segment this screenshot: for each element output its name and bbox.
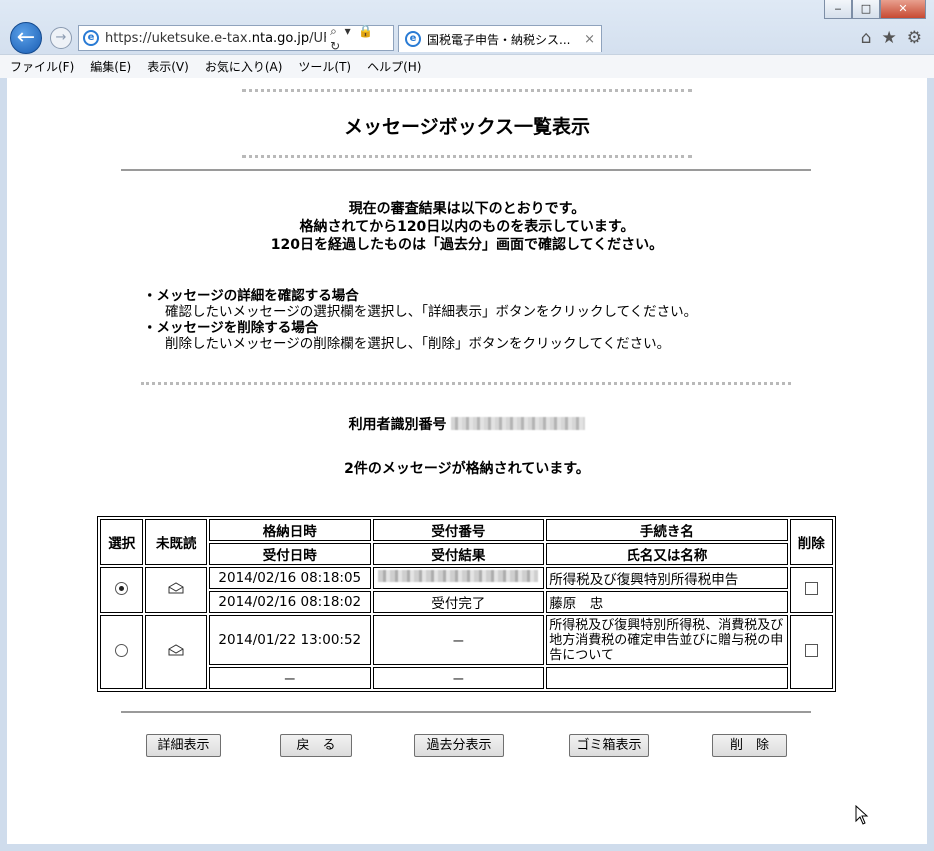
delete-button[interactable]: 削 除 bbox=[712, 734, 787, 757]
unread-cell bbox=[145, 567, 207, 613]
select-cell bbox=[100, 567, 144, 613]
menu-help[interactable]: ヘルプ(H) bbox=[367, 58, 421, 75]
window-controls: ‒ □ ✕ bbox=[824, 0, 926, 19]
message-count: 2件のメッセージが格納されています。 bbox=[344, 461, 590, 477]
receipt-no-redacted bbox=[378, 570, 539, 582]
instruction-heading-detail: ・メッセージの詳細を確認する場合 bbox=[143, 288, 359, 304]
receipt-no-cell bbox=[372, 567, 545, 589]
ie-page-icon: e bbox=[83, 30, 99, 46]
maximize-button[interactable]: □ bbox=[852, 0, 880, 19]
message-table: 選択 未既読 格納日時 受付番号 手続き名 削除 受付日時 受付結果 氏名又は名… bbox=[97, 516, 836, 692]
menu-view[interactable]: 表示(V) bbox=[147, 58, 189, 75]
detail-button[interactable]: 詳細表示 bbox=[146, 734, 221, 757]
title-dotted-divider bbox=[242, 155, 692, 158]
select-radio[interactable] bbox=[115, 643, 129, 657]
address-bar[interactable]: e https://uketsuke.e-tax.nta.go.jp/UF_/ … bbox=[78, 24, 394, 53]
tab-active[interactable]: e 国税電子申告・納税シス... × bbox=[398, 25, 602, 52]
header-delete: 削除 bbox=[789, 519, 833, 565]
receipt-no-cell: － bbox=[372, 615, 545, 665]
notice-line-1: 現在の審査結果は以下のとおりです。 bbox=[348, 201, 586, 217]
delete-checkbox[interactable] bbox=[804, 581, 818, 595]
trash-button[interactable]: ゴミ箱表示 bbox=[569, 734, 649, 757]
header-select: 選択 bbox=[100, 519, 144, 565]
user-id-line: 利用者識別番号 bbox=[7, 414, 927, 434]
table-row-sub: － － bbox=[100, 667, 833, 689]
table-row: 2014/02/16 08:18:05 所得税及び復興特別所得税申告 bbox=[100, 567, 833, 613]
delete-cell bbox=[789, 615, 833, 689]
action-buttons: 詳細表示 戻 る 過去分表示 ゴミ箱表示 削 除 bbox=[7, 734, 927, 758]
notice-line-2: 格納されてから120日以内のものを表示しています。 bbox=[299, 219, 635, 235]
instruction-text-detail: 確認したいメッセージの選択欄を選択し、「詳細表示」ボタンをクリックしてください。 bbox=[165, 304, 698, 320]
address-tools[interactable]: ⌕ ▾ 🔒 ↻ bbox=[330, 24, 393, 53]
header-receipt-no: 受付番号 bbox=[372, 519, 545, 541]
opened-envelope-icon bbox=[168, 644, 184, 656]
name-cell: 藤原 忠 bbox=[546, 591, 788, 613]
stored-at-cell: 2014/01/22 13:00:52 bbox=[209, 615, 371, 665]
header-stored-at: 格納日時 bbox=[209, 519, 371, 541]
menu-edit[interactable]: 編集(E) bbox=[90, 58, 131, 75]
delete-checkbox[interactable] bbox=[804, 643, 818, 657]
url-domain: nta.go.jp bbox=[251, 30, 310, 46]
url-host: uketsuke.e-tax. bbox=[151, 30, 252, 46]
header-receipt-result: 受付結果 bbox=[372, 543, 545, 565]
menu-favorites[interactable]: お気に入り(A) bbox=[205, 58, 283, 75]
page-title: メッセージボックス一覧表示 bbox=[343, 116, 591, 138]
url-path: /UF_/ bbox=[309, 30, 326, 46]
favorites-star-icon[interactable]: ★ bbox=[882, 28, 897, 48]
tab-ie-icon: e bbox=[405, 31, 421, 47]
stored-at-cell: 2014/02/16 08:18:05 bbox=[209, 567, 371, 589]
mouse-cursor-icon bbox=[855, 804, 869, 829]
forward-button[interactable]: → bbox=[50, 27, 72, 49]
url-scheme: https:// bbox=[104, 30, 152, 46]
name-cell bbox=[546, 667, 788, 689]
opened-envelope-icon bbox=[168, 582, 184, 594]
select-radio[interactable] bbox=[115, 581, 129, 595]
user-id-label: 利用者識別番号 bbox=[348, 417, 447, 433]
tab-title: 国税電子申告・納税シス... bbox=[427, 32, 571, 47]
unread-cell bbox=[145, 615, 207, 689]
instruction-text-delete: 削除したいメッセージの削除欄を選択し、「削除」ボタンをクリックしてください。 bbox=[165, 336, 671, 352]
back-page-button[interactable]: 戻 る bbox=[280, 734, 352, 757]
notice-text: 現在の審査結果は以下のとおりです。 格納されてから120日以内のものを表示してい… bbox=[7, 200, 927, 254]
received-at-cell: 2014/02/16 08:18:02 bbox=[209, 591, 371, 613]
close-window-button[interactable]: ✕ bbox=[880, 0, 926, 19]
procedure-cell: 所得税及び復興特別所得税、消費税及び地方消費税の確定申告並びに贈与税の申告につい… bbox=[546, 615, 788, 665]
header-unread: 未既読 bbox=[145, 519, 207, 565]
user-id-value-redacted bbox=[451, 417, 586, 430]
bottom-divider bbox=[121, 711, 811, 713]
receipt-result-cell: 受付完了 bbox=[372, 591, 545, 613]
middle-dotted-divider bbox=[141, 382, 791, 385]
header-received-at: 受付日時 bbox=[209, 543, 371, 565]
toolbar-icons: ⌂ ★ ⚙ bbox=[861, 28, 922, 48]
browser-chrome: ‒ □ ✕ ← → e https://uketsuke.e-tax.nta.g… bbox=[0, 0, 934, 78]
home-icon[interactable]: ⌂ bbox=[861, 28, 872, 48]
procedure-cell: 所得税及び復興特別所得税申告 bbox=[546, 567, 788, 589]
receipt-result-cell: － bbox=[372, 667, 545, 689]
address-url[interactable]: https://uketsuke.e-tax.nta.go.jp/UF_/ bbox=[105, 31, 326, 46]
top-dotted-divider bbox=[242, 89, 692, 92]
menu-tools[interactable]: ツール(T) bbox=[298, 58, 351, 75]
header-procedure: 手続き名 bbox=[546, 519, 788, 541]
settings-gear-icon[interactable]: ⚙ bbox=[907, 28, 922, 48]
header-name: 氏名又は名称 bbox=[546, 543, 788, 565]
minimize-button[interactable]: ‒ bbox=[824, 0, 852, 19]
delete-cell bbox=[789, 567, 833, 613]
notice-line-3: 120日を経過したものは「過去分」画面で確認してください。 bbox=[270, 237, 664, 253]
instruction-heading-delete: ・メッセージを削除する場合 bbox=[143, 320, 319, 336]
menu-file[interactable]: ファイル(F) bbox=[10, 58, 74, 75]
instructions: ・メッセージの詳細を確認する場合 確認したいメッセージの選択欄を選択し、「詳細表… bbox=[143, 288, 697, 352]
menu-bar: ファイル(F) 編集(E) 表示(V) お気に入り(A) ツール(T) ヘルプ(… bbox=[0, 54, 934, 78]
section-divider bbox=[121, 169, 811, 171]
table-row: 2014/01/22 13:00:52 － 所得税及び復興特別所得税、消費税及び… bbox=[100, 615, 833, 689]
past-messages-button[interactable]: 過去分表示 bbox=[414, 734, 504, 757]
table-row-sub: 2014/02/16 08:18:02 受付完了 藤原 忠 bbox=[100, 591, 833, 613]
back-button[interactable]: ← bbox=[10, 22, 42, 54]
received-at-cell: － bbox=[209, 667, 371, 689]
select-cell bbox=[100, 615, 144, 689]
tab-close-icon[interactable]: × bbox=[584, 32, 595, 47]
page-content: メッセージボックス一覧表示 現在の審査結果は以下のとおりです。 格納されてから1… bbox=[7, 79, 927, 844]
